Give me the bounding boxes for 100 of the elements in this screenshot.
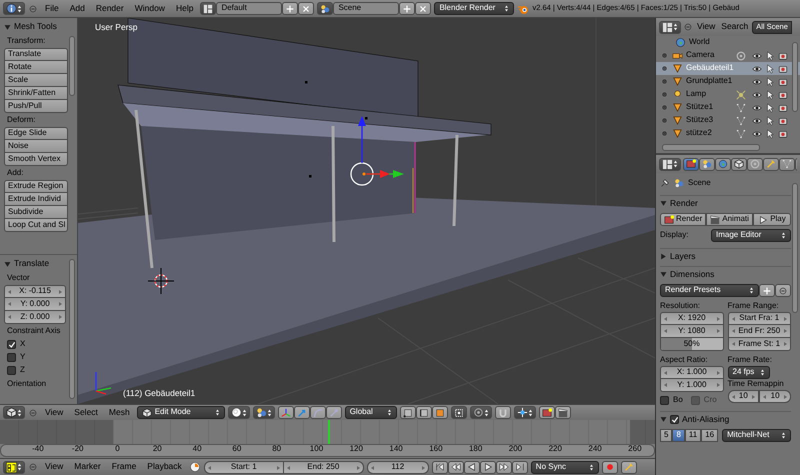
disclosure-triangle-icon[interactable] (660, 200, 667, 207)
pin-icon[interactable] (660, 178, 670, 188)
collapse-menu-icon[interactable] (28, 462, 38, 472)
menu-item[interactable]: Select (70, 408, 102, 418)
scene-browse-button[interactable] (317, 2, 334, 15)
properties-tab[interactable] (731, 158, 747, 170)
sync-dropdown[interactable]: No Sync (530, 460, 599, 474)
render-animation-button[interactable] (554, 406, 571, 419)
render-image-button[interactable] (538, 406, 555, 419)
face-select-button[interactable] (432, 406, 448, 419)
keying-set-icon[interactable] (188, 461, 201, 473)
properties-tab[interactable] (699, 158, 715, 170)
render-action-button[interactable]: Animati (706, 213, 753, 226)
menu-item[interactable]: View (41, 408, 68, 418)
properties-tab[interactable] (779, 158, 795, 170)
edge-select-button[interactable] (416, 406, 432, 419)
scrollbar[interactable] (792, 183, 798, 313)
expand-icon[interactable] (660, 64, 669, 73)
pivot-point-button[interactable] (252, 406, 275, 419)
current-frame-field[interactable]: 112 (366, 460, 429, 474)
scrollbar[interactable] (69, 259, 75, 399)
render-action-button[interactable]: Play (752, 213, 791, 226)
snap-toggle-button[interactable] (494, 406, 511, 419)
outliner-row[interactable]: World (656, 36, 800, 49)
render-action-button[interactable]: Render (660, 213, 706, 226)
scrollbar[interactable] (69, 36, 75, 96)
translate-manipulator-button[interactable] (294, 406, 310, 419)
menu-item[interactable]: Mesh (104, 408, 134, 418)
render-camera-icon[interactable] (778, 102, 788, 112)
checkbox[interactable] (660, 396, 669, 405)
rotate-manipulator-button[interactable] (310, 406, 326, 419)
scene-field[interactable]: Scene (333, 2, 400, 15)
collapse-menu-icon[interactable] (683, 22, 693, 32)
outliner-row[interactable]: Grundplatte1 (656, 75, 800, 88)
end-frame-field[interactable]: End: 250 (284, 460, 364, 474)
sample-option[interactable]: 11 (684, 429, 702, 442)
menu-item[interactable]: View (41, 462, 68, 472)
expand-icon[interactable] (660, 77, 669, 86)
disclosure-triangle-icon[interactable] (660, 253, 667, 260)
outliner-row[interactable]: Camera (656, 49, 800, 62)
menu-item[interactable]: Search (719, 22, 750, 32)
checkbox[interactable] (7, 366, 16, 375)
disclosure-triangle-icon[interactable] (4, 24, 11, 30)
play-reverse-button[interactable] (464, 460, 480, 474)
menu-item[interactable]: File (41, 4, 63, 14)
collapse-menu-icon[interactable] (28, 4, 38, 14)
render-camera-icon[interactable] (778, 116, 788, 126)
properties-tab[interactable] (683, 158, 699, 170)
expand-icon[interactable] (660, 90, 669, 99)
render-camera-icon[interactable] (778, 64, 788, 74)
outliner-row[interactable]: Stütze1 (656, 101, 800, 114)
tool-button[interactable]: Shrink/Fatten (4, 87, 68, 100)
add-button[interactable] (282, 2, 298, 15)
expand-icon[interactable] (660, 103, 669, 112)
outliner-row[interactable]: Lamp (656, 88, 800, 101)
eye-icon[interactable] (752, 102, 762, 112)
timeline-track[interactable] (0, 420, 655, 444)
outliner-row[interactable]: stütze2 (656, 127, 800, 140)
number-field[interactable]: Frame St: 1 (728, 338, 791, 351)
eye-icon[interactable] (752, 90, 762, 100)
tool-button[interactable]: Extrude Individ (4, 193, 68, 206)
snap-element-button[interactable] (514, 406, 536, 419)
editor-type-button[interactable] (3, 460, 25, 474)
tool-button[interactable]: Noise (4, 140, 68, 153)
sample-option[interactable]: 5 (660, 429, 672, 442)
close-button[interactable] (298, 2, 314, 15)
filter-dropdown[interactable]: Mitchell-Net (722, 429, 791, 442)
number-field[interactable]: Y: 1080 (660, 325, 724, 338)
tool-button[interactable]: Smooth Vertex (4, 153, 68, 166)
render-camera-icon[interactable] (778, 76, 788, 86)
keyframe-button[interactable] (620, 460, 637, 474)
layout-browse-button[interactable] (200, 2, 216, 15)
next-keyframe-button[interactable] (496, 460, 512, 474)
record-button[interactable] (602, 460, 618, 474)
editor-type-button[interactable] (659, 158, 681, 170)
editor-type-button[interactable] (659, 20, 681, 34)
expand-icon[interactable] (660, 129, 669, 138)
menu-item[interactable]: Render (92, 4, 128, 14)
collapse-menu-icon[interactable] (28, 408, 38, 418)
previous-keyframe-button[interactable] (448, 460, 464, 474)
transform-manipulator[interactable] (350, 116, 404, 186)
checkbox[interactable] (670, 415, 679, 424)
disclosure-triangle-icon[interactable] (4, 260, 11, 268)
render-camera-icon[interactable] (778, 50, 788, 60)
sample-option[interactable]: 8 (672, 429, 685, 442)
checkbox[interactable] (7, 353, 16, 362)
menu-item[interactable]: Help (172, 4, 198, 14)
percentage-slider[interactable]: 50% (660, 338, 724, 351)
menu-item[interactable]: Playback (143, 462, 186, 472)
frame-ruler[interactable]: -40 -20 0 20 40 60 80 100 120 140 160 180 200 220 240 260 (0, 444, 655, 457)
menu-item[interactable]: Add (66, 4, 89, 14)
eye-icon[interactable] (752, 128, 762, 138)
disclosure-triangle-icon[interactable] (660, 271, 667, 278)
scrollbar[interactable] (792, 42, 798, 112)
occlude-geometry-button[interactable] (450, 406, 467, 419)
number-field[interactable]: Z: 0.000 (4, 311, 66, 324)
screen-layout-field[interactable]: Default (216, 2, 282, 15)
orientation-dropdown[interactable]: Global (344, 406, 397, 419)
number-field[interactable]: X: 1920 (660, 312, 724, 325)
start-frame-field[interactable]: Start: 1 (204, 460, 284, 474)
